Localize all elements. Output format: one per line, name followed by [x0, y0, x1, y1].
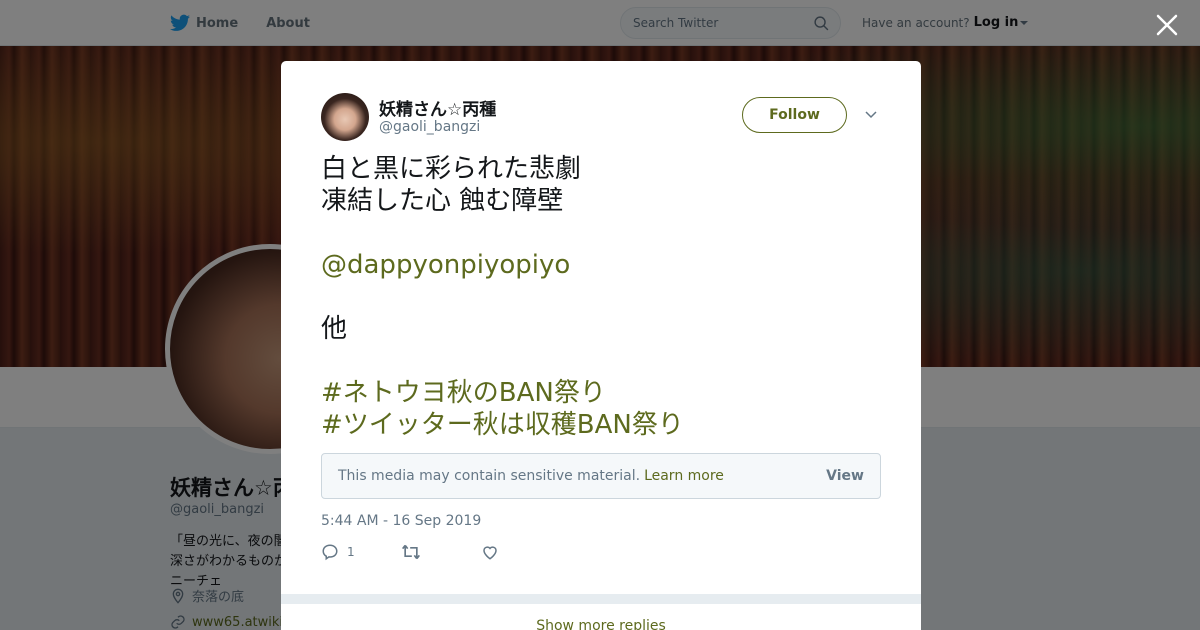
like-icon	[483, 546, 497, 560]
reply-button[interactable]: 1	[321, 543, 401, 561]
tweet-actions: 1	[321, 543, 561, 561]
author-name[interactable]: 妖精さん☆丙種	[379, 95, 496, 120]
reply-count: 1	[347, 545, 355, 559]
tweet-line-1: 白と黒に彩られた悲劇	[321, 154, 582, 184]
follow-button[interactable]: Follow	[742, 97, 847, 133]
tweet-timestamp[interactable]: 5:44 AM - 16 Sep 2019	[321, 513, 481, 529]
chevron-down-icon[interactable]	[864, 107, 878, 121]
like-button[interactable]	[481, 543, 561, 561]
replies-divider	[281, 594, 921, 604]
tweet-hashtag-2[interactable]: #ツイッター秋は収穫BAN祭り	[321, 409, 881, 441]
sensitive-notice-text: This media may contain sensitive materia…	[338, 468, 641, 484]
tweet-line-2: 凍結した心 蝕む障壁	[321, 186, 564, 216]
author-handle[interactable]: @gaoli_bangzi	[379, 119, 480, 135]
retweet-button[interactable]	[401, 543, 481, 561]
tweet-other: 他	[321, 314, 348, 344]
tweet-hashtag-1[interactable]: #ネトウヨ秋のBAN祭り	[321, 377, 881, 409]
close-icon[interactable]	[1154, 12, 1180, 38]
tweet-mention[interactable]: @dappyonpiyopiyo	[321, 249, 881, 281]
show-more-replies-link[interactable]: Show more replies	[281, 604, 921, 630]
learn-more-link[interactable]: Learn more	[644, 468, 724, 484]
view-button[interactable]: View	[826, 468, 864, 484]
sensitive-media-notice: This media may contain sensitive materia…	[321, 453, 881, 499]
retweet-icon	[402, 544, 420, 560]
reply-icon	[322, 544, 338, 561]
author-avatar[interactable]	[321, 93, 369, 141]
tweet-modal: 妖精さん☆丙種 @gaoli_bangzi Follow 白と黒に彩られた悲劇 …	[281, 61, 921, 630]
tweet-text: 白と黒に彩られた悲劇 凍結した心 蝕む障壁 @dappyonpiyopiyo 他…	[321, 153, 881, 441]
